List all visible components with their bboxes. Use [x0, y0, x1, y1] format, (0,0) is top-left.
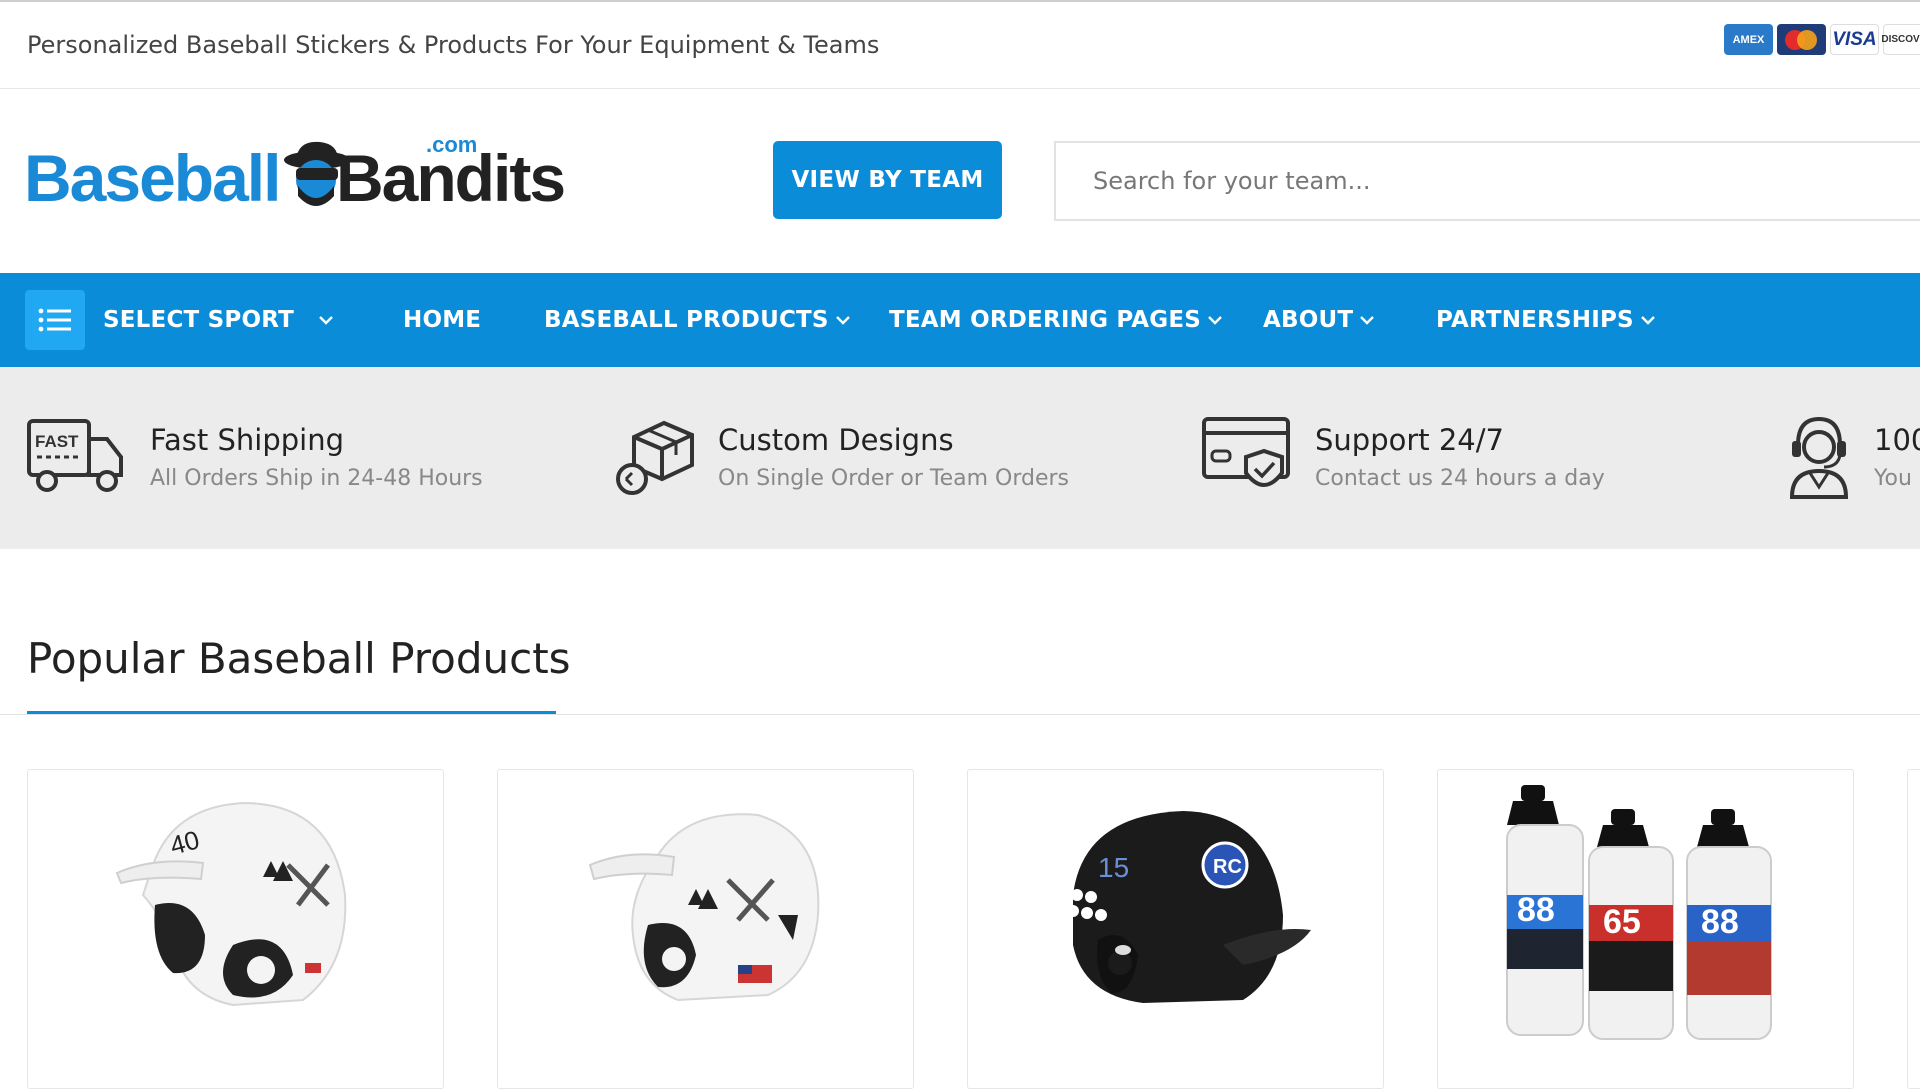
nav-item-about[interactable]: ABOUT — [1263, 273, 1375, 367]
bottle-number: 88 — [1701, 903, 1739, 941]
section-divider — [0, 714, 1920, 715]
white-helmet-flag-image — [588, 813, 820, 1002]
black-helmet-image: 15 RC — [1067, 811, 1311, 1003]
chevron-down-icon — [1208, 316, 1222, 325]
feature-custom-designs: Custom Designs On Single Order or Team O… — [612, 417, 1172, 507]
bottle-number: 88 — [1517, 891, 1555, 929]
feature-support: Support 24/7 Contact us 24 hours a day — [1202, 417, 1722, 507]
feature-subtitle: On Single Order or Team Orders — [718, 466, 1070, 491]
feature-subtitle: You — [1874, 466, 1912, 491]
fast-truck-icon: FAST — [27, 419, 123, 492]
feature-title: Custom Designs — [718, 423, 954, 457]
discover-icon: DISCOVER — [1881, 24, 1920, 55]
nav-item-about-label: ABOUT — [1263, 307, 1354, 333]
product-card[interactable] — [497, 769, 914, 1089]
chevron-down-icon — [319, 316, 333, 325]
nav-item-partnerships[interactable]: PARTNERSHIPS — [1436, 273, 1656, 367]
select-sport-menu-button[interactable] — [25, 290, 85, 350]
svg-text:FAST: FAST — [35, 432, 79, 451]
nav-item-baseball-products-label: BASEBALL PRODUCTS — [544, 307, 829, 333]
section-title-underline — [27, 711, 556, 714]
chevron-down-icon — [1640, 316, 1655, 325]
product-card-partial[interactable] — [1907, 769, 1920, 1089]
visa-icon: VISA — [1830, 24, 1879, 55]
feature-title: 100 — [1874, 423, 1920, 457]
feature-title: Support 24/7 — [1315, 423, 1504, 457]
site-tagline: Personalized Baseball Stickers & Product… — [27, 31, 880, 59]
list-menu-icon — [38, 308, 71, 332]
feature-subtitle: All Orders Ship in 24-48 Hours — [150, 466, 483, 491]
logo-text-baseball: Baseball — [24, 141, 281, 215]
section-title: Popular Baseball Products — [27, 634, 571, 683]
american-express-icon: AMEX — [1724, 24, 1773, 55]
headset-agent-icon — [1789, 417, 1849, 499]
top-bar: Personalized Baseball Stickers & Product… — [0, 0, 1920, 89]
nav-item-baseball-products[interactable]: BASEBALL PRODUCTS — [544, 273, 851, 367]
chevron-down-icon — [835, 316, 850, 325]
helmet-logo: RC — [1213, 856, 1242, 878]
bottle-number: 65 — [1603, 903, 1641, 941]
nav-item-home-label: HOME — [403, 307, 482, 333]
logo-text-dotcom: .com — [426, 132, 478, 157]
product-card[interactable]: 88 65 88 — [1437, 769, 1854, 1089]
nav-item-team-ordering-pages-label: TEAM ORDERING PAGES — [889, 307, 1202, 333]
nav-item-team-ordering-pages[interactable]: TEAM ORDERING PAGES — [889, 273, 1223, 367]
site-logo[interactable]: Baseball Bandits .com — [24, 132, 566, 218]
payment-cards: AMEX VISA DISCOVER — [1724, 24, 1920, 55]
product-card[interactable]: 15 RC — [967, 769, 1384, 1089]
feature-guarantee: 100 You — [1786, 417, 1920, 507]
product-card[interactable]: 40 — [27, 769, 444, 1089]
team-search-input[interactable] — [1054, 141, 1920, 221]
chevron-down-icon — [1360, 316, 1375, 325]
select-sport-dropdown-toggle[interactable] — [318, 273, 334, 367]
custom-box-icon — [616, 420, 694, 495]
feature-subtitle: Contact us 24 hours a day — [1315, 466, 1605, 491]
feature-fast-shipping: FAST Fast Shipping All Orders Ship in 24… — [27, 417, 567, 507]
nav-select-sport[interactable]: SELECT SPORT — [103, 273, 294, 367]
feature-title: Fast Shipping — [150, 423, 344, 457]
water-bottles-image: 88 65 88 — [1506, 785, 1772, 1040]
nav-item-partnerships-label: PARTNERSHIPS — [1436, 307, 1634, 333]
secure-card-icon — [1202, 417, 1290, 487]
nav-select-sport-label: SELECT SPORT — [103, 307, 294, 333]
mastercard-icon — [1777, 24, 1826, 55]
main-nav: SELECT SPORT HOME BASEBALL PRODUCTS TEAM… — [0, 273, 1920, 367]
view-by-team-button[interactable]: VIEW BY TEAM — [773, 141, 1002, 219]
white-helmet-image: 40 — [115, 801, 347, 1007]
helmet-number: 15 — [1098, 852, 1129, 883]
features-strip: FAST Fast Shipping All Orders Ship in 24… — [0, 367, 1920, 549]
nav-item-home[interactable]: HOME — [403, 273, 481, 367]
